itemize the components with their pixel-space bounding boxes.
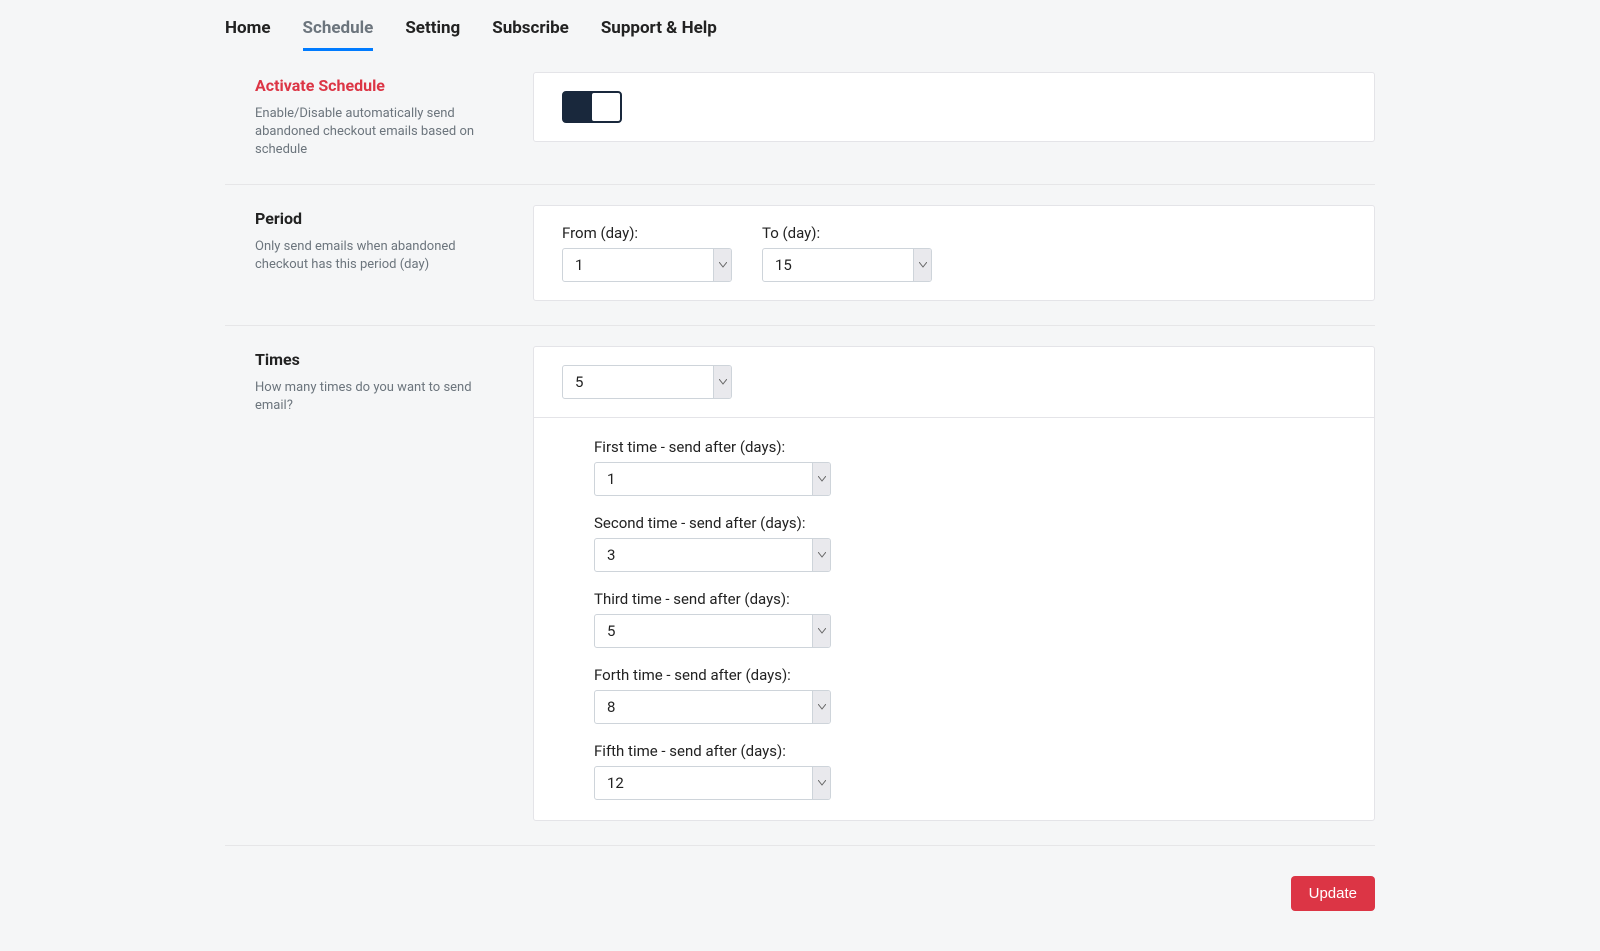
section-desc-times: How many times do you want to send email… [255, 379, 505, 415]
time-entry-value: 5 [595, 622, 627, 640]
time-entry: Third time - send after (days): 5 [594, 590, 1346, 648]
time-entry-select[interactable]: 8 [594, 690, 831, 724]
tab-schedule[interactable]: Schedule [303, 14, 374, 51]
section-activate: Activate Schedule Enable/Disable automat… [225, 52, 1375, 185]
chevron-down-icon [812, 614, 830, 648]
period-to-label: To (day): [762, 224, 932, 242]
times-count-value: 5 [563, 373, 595, 391]
chevron-down-icon [913, 248, 931, 282]
section-title-activate: Activate Schedule [255, 76, 505, 95]
time-entry-value: 8 [595, 698, 627, 716]
time-entry-label: Second time - send after (days): [594, 514, 1346, 532]
time-entry-label: Fifth time - send after (days): [594, 742, 1346, 760]
activate-toggle[interactable] [562, 91, 622, 123]
chevron-down-icon [812, 690, 830, 724]
update-button[interactable]: Update [1291, 876, 1375, 911]
period-to-select[interactable]: 15 [762, 248, 932, 282]
time-entry-value: 1 [595, 470, 627, 488]
time-entry-select[interactable]: 1 [594, 462, 831, 496]
chevron-down-icon [812, 462, 830, 496]
time-entry-label: First time - send after (days): [594, 438, 1346, 456]
toggle-knob [592, 93, 620, 121]
period-to-value: 15 [763, 256, 804, 274]
period-from-value: 1 [563, 256, 595, 274]
section-desc-activate: Enable/Disable automatically send abando… [255, 105, 505, 160]
time-entry: Forth time - send after (days): 8 [594, 666, 1346, 724]
time-entry-value: 3 [595, 546, 627, 564]
tab-home[interactable]: Home [225, 14, 271, 51]
time-entry-select[interactable]: 12 [594, 766, 831, 800]
section-times: Times How many times do you want to send… [225, 326, 1375, 846]
chevron-down-icon [713, 365, 731, 399]
time-entry-value: 12 [595, 774, 636, 792]
time-entry: First time - send after (days): 1 [594, 438, 1346, 496]
time-entry-label: Forth time - send after (days): [594, 666, 1346, 684]
section-title-period: Period [255, 209, 505, 228]
time-entry-select[interactable]: 3 [594, 538, 831, 572]
tab-setting[interactable]: Setting [405, 14, 460, 51]
times-list: First time - send after (days): 1 Second… [534, 417, 1374, 820]
time-entry: Second time - send after (days): 3 [594, 514, 1346, 572]
section-desc-period: Only send emails when abandoned checkout… [255, 238, 505, 274]
tab-support-help[interactable]: Support & Help [601, 14, 717, 51]
chevron-down-icon [812, 766, 830, 800]
section-period: Period Only send emails when abandoned c… [225, 185, 1375, 326]
period-from-label: From (day): [562, 224, 732, 242]
time-entry-label: Third time - send after (days): [594, 590, 1346, 608]
period-from-select[interactable]: 1 [562, 248, 732, 282]
section-title-times: Times [255, 350, 505, 369]
time-entry-select[interactable]: 5 [594, 614, 831, 648]
chevron-down-icon [812, 538, 830, 572]
tab-subscribe[interactable]: Subscribe [492, 14, 569, 51]
time-entry: Fifth time - send after (days): 12 [594, 742, 1346, 800]
nav-tabs: Home Schedule Setting Subscribe Support … [225, 0, 1375, 52]
times-count-select[interactable]: 5 [562, 365, 732, 399]
chevron-down-icon [713, 248, 731, 282]
